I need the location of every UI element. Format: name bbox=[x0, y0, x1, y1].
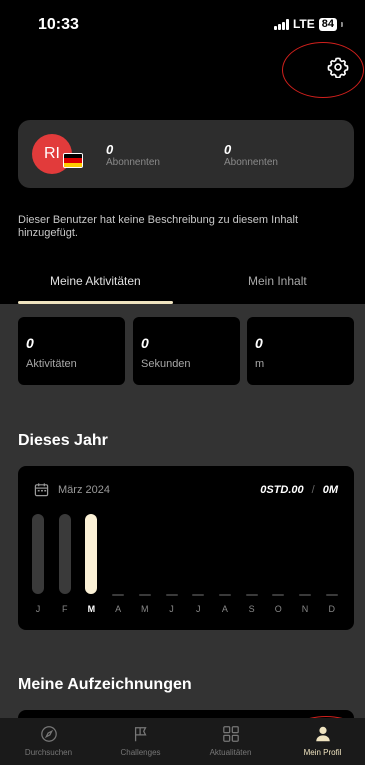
monthly-bars: JFMAMJJASOND bbox=[18, 466, 354, 630]
chart-bar bbox=[245, 594, 258, 596]
status-indicators: LTE 84 bbox=[273, 17, 343, 31]
flag-stripe bbox=[64, 162, 82, 167]
following-label: Abonnenten bbox=[224, 157, 278, 168]
status-bar: 10:33 LTE 84 bbox=[0, 0, 365, 48]
status-time: 10:33 bbox=[38, 16, 79, 33]
grid-icon bbox=[222, 726, 239, 742]
network-label: LTE bbox=[292, 17, 315, 31]
chart-bar bbox=[325, 594, 338, 596]
chart-bar bbox=[138, 594, 151, 596]
chart-month-tick: A bbox=[115, 604, 122, 614]
chart-bar bbox=[299, 594, 311, 596]
chart-bar bbox=[272, 594, 285, 596]
person-icon bbox=[315, 726, 330, 742]
chart-bar bbox=[32, 514, 44, 594]
activities-label: Aktivitäten bbox=[26, 358, 77, 370]
summary-card-seconds: 0 Sekunden bbox=[133, 317, 240, 385]
tab-my-content[interactable]: Mein Inhalt bbox=[248, 274, 307, 288]
chart-month-tick: A bbox=[221, 604, 228, 614]
battery-icon: 84 bbox=[318, 17, 337, 31]
chart-bar bbox=[85, 514, 98, 594]
chart-month-tick: M bbox=[87, 604, 96, 614]
seconds-label: Sekunden bbox=[141, 358, 191, 370]
chart-month-tick: S bbox=[248, 604, 255, 614]
annotation-circle-settings bbox=[282, 42, 364, 98]
chart-bar bbox=[218, 594, 231, 596]
seconds-count: 0 bbox=[141, 335, 149, 351]
chart-bar bbox=[192, 594, 205, 596]
nav-aktualitaeten[interactable]: Aktualitäten bbox=[194, 718, 267, 765]
signal-icon bbox=[273, 18, 289, 30]
this-year-title: Dieses Jahr bbox=[18, 432, 108, 449]
activities-count: 0 bbox=[26, 335, 34, 351]
bottom-nav: Durchsuchen Challenges Aktualitäten Mein… bbox=[0, 718, 365, 765]
nav-label: Challenges bbox=[120, 748, 161, 757]
nav-mein-profil[interactable]: Mein Profil bbox=[286, 718, 359, 765]
nav-label: Mein Profil bbox=[303, 748, 342, 757]
chart-bar bbox=[112, 594, 125, 596]
gear-icon[interactable] bbox=[327, 56, 349, 78]
profile-description: Dieser Benutzer hat keine Beschreibung z… bbox=[18, 214, 299, 239]
nav-label: Durchsuchen bbox=[24, 748, 73, 757]
followers-label: Abonnenten bbox=[106, 157, 160, 168]
year-chart-card: März 2024 0STD.00 / 0M JFMAMJJASOND bbox=[18, 466, 354, 630]
summary-card-distance: 0 m bbox=[247, 317, 354, 385]
following-count[interactable]: 0 bbox=[224, 142, 231, 157]
chart-bar bbox=[58, 514, 71, 594]
chart-month-tick: J bbox=[35, 604, 41, 614]
activities-panel: 0 Aktivitäten 0 Sekunden 0 m Dieses Jahr… bbox=[0, 304, 365, 718]
tab-my-activities[interactable]: Meine Aktivitäten bbox=[50, 274, 141, 288]
flag-icon bbox=[134, 727, 147, 742]
distance-count: 0 bbox=[255, 335, 263, 351]
compass-icon bbox=[40, 726, 57, 742]
germany-flag-icon bbox=[63, 153, 83, 168]
records-card bbox=[18, 710, 354, 718]
chart-month-tick: N bbox=[301, 604, 309, 614]
records-title: Meine Aufzeichnungen bbox=[18, 676, 192, 693]
chart-month-tick: J bbox=[169, 604, 174, 614]
distance-label: m bbox=[255, 358, 265, 370]
nav-challenges[interactable]: Challenges bbox=[104, 718, 177, 765]
chart-bar bbox=[165, 594, 178, 596]
profile-card: RI 0 Abonnenten 0 Abonnenten bbox=[18, 120, 354, 188]
nav-label: Aktualitäten bbox=[209, 748, 252, 757]
chart-month-tick: F bbox=[61, 604, 68, 614]
battery-tip bbox=[341, 21, 343, 27]
chart-month-tick: D bbox=[328, 604, 335, 614]
chart-month-tick: M bbox=[141, 604, 149, 614]
chart-month-tick: O bbox=[274, 604, 282, 614]
profile-tabs: Meine Aktivitäten Mein Inhalt bbox=[0, 258, 365, 304]
nav-durchsuchen[interactable]: Durchsuchen bbox=[12, 718, 85, 765]
summary-card-activities: 0 Aktivitäten bbox=[18, 317, 125, 385]
chart-month-tick: J bbox=[195, 604, 201, 614]
followers-count[interactable]: 0 bbox=[106, 142, 113, 157]
